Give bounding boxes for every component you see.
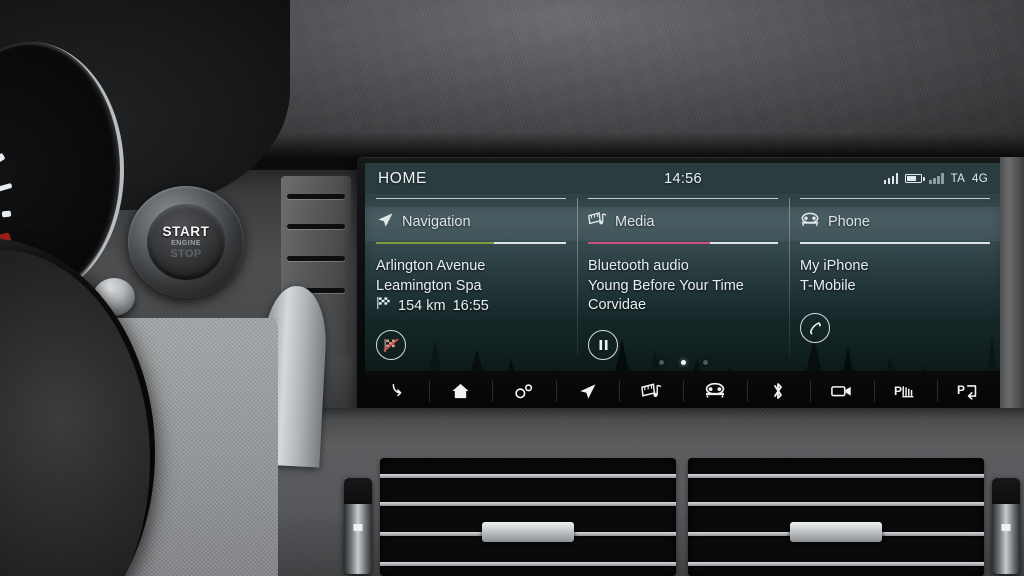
- infotainment-photo: 4 5 START ENGINE STOP HOME 1: [0, 0, 1024, 576]
- card-top-rule: [800, 198, 990, 199]
- air-vent-right[interactable]: [688, 458, 984, 576]
- navigation-progress-rule: [376, 242, 566, 244]
- signal-bars-icon: [883, 173, 899, 184]
- phone-button[interactable]: [682, 371, 747, 411]
- nav-distance-row: 154 km 16:55: [376, 296, 566, 317]
- start-button-stop-label: STOP: [170, 248, 202, 260]
- page-dot[interactable]: [658, 360, 664, 365]
- phone-rule: [800, 242, 990, 244]
- pause-button[interactable]: [588, 330, 618, 360]
- svg-text:P: P: [957, 383, 965, 397]
- camera-button[interactable]: [810, 371, 874, 411]
- navigation-button[interactable]: [555, 371, 620, 411]
- card-title-navigation: Navigation: [402, 214, 471, 230]
- vent-thumbwheel-left[interactable]: [482, 522, 574, 542]
- start-stop-engine-button[interactable]: START ENGINE STOP: [147, 204, 225, 280]
- nav-distance: 154 km: [398, 297, 446, 314]
- card-top-rule: [376, 198, 566, 199]
- media-source: Bluetooth audio: [588, 258, 689, 274]
- card-top-rule: [588, 198, 778, 199]
- media-track: Young Before Your Time: [588, 277, 744, 294]
- navigation-progress-fill: [376, 242, 494, 244]
- page-dot[interactable]: [702, 360, 708, 365]
- battery-icon: [905, 173, 925, 184]
- card-phone[interactable]: Phone My iPhone T-Mobile: [789, 194, 1001, 357]
- media-button[interactable]: [619, 371, 683, 411]
- network-label: 4G: [972, 172, 988, 185]
- card-media[interactable]: Media Bluetooth audio Young Before Your …: [577, 194, 789, 360]
- infotainment-screen[interactable]: HOME 14:56 TA 4G Navigation Arlington Av…: [365, 163, 1001, 411]
- home-cards: Navigation Arlington Avenue Leamington S…: [365, 194, 1001, 360]
- bluetooth-button[interactable]: [746, 371, 811, 411]
- bottom-toolbar: P P: [365, 371, 1001, 411]
- park-assist-button[interactable]: P: [937, 371, 1001, 411]
- ta-label: TA: [950, 172, 966, 185]
- start-button-label: START: [162, 224, 210, 239]
- nav-city: Leamington Spa: [376, 277, 482, 294]
- media-artist: Corvidae: [588, 297, 647, 313]
- dash-right-pillar: [1000, 157, 1024, 422]
- start-button-sublabel: ENGINE: [171, 240, 201, 247]
- vent-thumbwheel-right[interactable]: [790, 522, 882, 542]
- nav-eta: 16:55: [452, 297, 489, 314]
- secondary-signal-icon: [929, 173, 944, 184]
- telephone-icon: [800, 212, 820, 233]
- checkered-flag-icon: [376, 296, 391, 317]
- navigation-details: Arlington Avenue Leamington Spa 154 km 1…: [376, 257, 566, 317]
- card-navigation[interactable]: Navigation Arlington Avenue Leamington S…: [365, 194, 577, 360]
- media-progress-fill: [588, 242, 710, 244]
- navigation-arrow-icon: [376, 211, 394, 234]
- air-vent-left[interactable]: [380, 458, 676, 576]
- phone-carrier: T-Mobile: [800, 277, 856, 294]
- media-note-icon: [588, 211, 607, 233]
- card-title-media: Media: [615, 214, 655, 230]
- phone-details: My iPhone T-Mobile: [800, 257, 990, 296]
- display-bezel: HOME 14:56 TA 4G Navigation Arlington Av…: [357, 157, 1009, 417]
- settings-button[interactable]: [492, 371, 556, 411]
- page-indicator[interactable]: [365, 360, 1001, 365]
- park-sensor-button[interactable]: P: [873, 371, 938, 411]
- media-details: Bluetooth audio Young Before Your Time C…: [588, 257, 778, 316]
- call-button[interactable]: [800, 313, 830, 343]
- media-progress-rule: [588, 242, 778, 244]
- home-label: HOME: [378, 169, 427, 187]
- phone-device: My iPhone: [800, 258, 869, 274]
- start-button-bezel: START ENGINE STOP: [128, 186, 244, 298]
- vent-dial-left[interactable]: [344, 478, 372, 574]
- home-button[interactable]: [428, 371, 493, 411]
- card-title-phone: Phone: [828, 214, 870, 230]
- svg-text:P: P: [894, 384, 902, 398]
- page-dot[interactable]: [680, 360, 686, 365]
- status-bar: HOME 14:56 TA 4G: [365, 163, 1001, 194]
- cancel-route-button[interactable]: [376, 330, 406, 360]
- back-button[interactable]: [365, 371, 429, 411]
- nav-street: Arlington Avenue: [376, 258, 486, 274]
- vent-dial-right[interactable]: [992, 478, 1020, 574]
